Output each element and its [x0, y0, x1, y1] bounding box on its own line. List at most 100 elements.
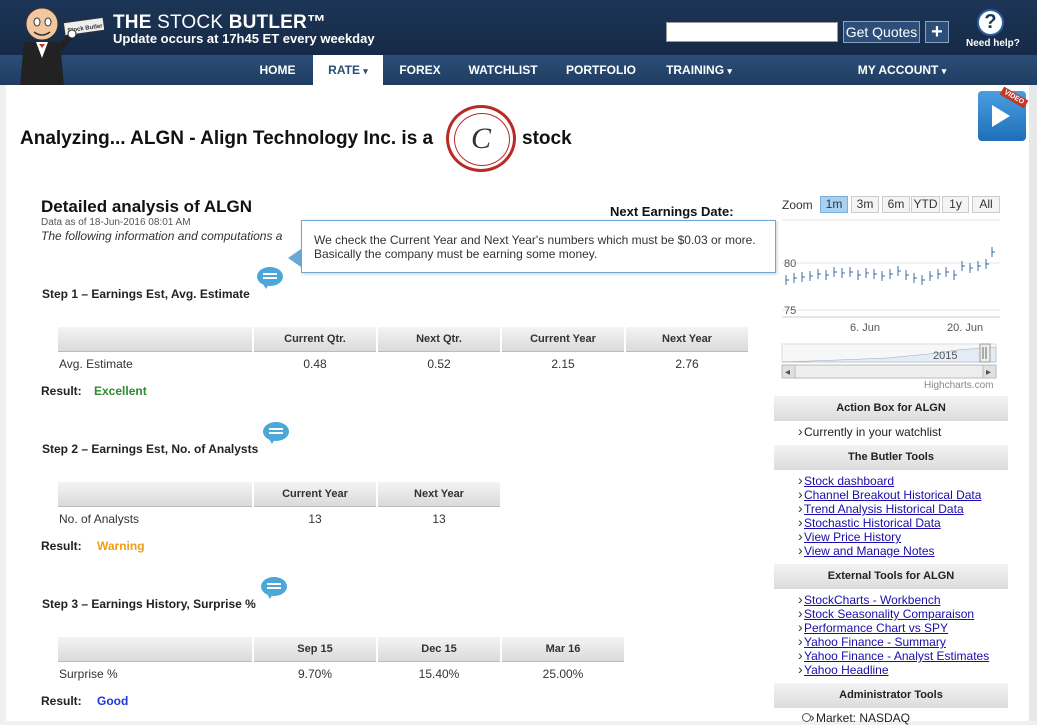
scroll-left-icon: ◂	[785, 367, 790, 378]
table-cell: 2.76	[675, 357, 699, 371]
external-tools-header: External Tools for ALGN	[774, 564, 1008, 589]
data-timestamp: Data as of 18-Jun-2016 08:01 AM	[41, 217, 191, 228]
table-header: Next Year	[378, 482, 500, 507]
link-yahoo-summary[interactable]: Yahoo Finance - Summary	[798, 633, 946, 649]
nav-rate[interactable]: RATE ▾	[313, 55, 383, 85]
link-manage-notes[interactable]: View and Manage Notes	[798, 542, 935, 558]
intro-text: The following information and computatio…	[41, 229, 283, 243]
result-good: Good	[97, 694, 129, 708]
chevron-down-icon: ▾	[727, 66, 732, 76]
x-tick-label: 20. Jun	[947, 322, 983, 334]
speech-bubble-icon[interactable]	[257, 267, 283, 289]
result-excellent: Excellent	[94, 384, 147, 398]
scroll-right-icon: ▸	[986, 367, 991, 378]
link-seasonality[interactable]: Stock Seasonality Comparaison	[798, 605, 974, 621]
row-label: Surprise %	[59, 667, 118, 681]
table-header: Sep 15	[254, 637, 376, 662]
table-cell: 13	[308, 512, 322, 526]
result-label: Result:	[41, 384, 82, 398]
table-header: Dec 15	[378, 637, 500, 662]
brand-stock: STOCK	[157, 12, 224, 33]
get-quotes-button[interactable]: Get Quotes	[843, 21, 920, 43]
table-cell: 13	[432, 512, 446, 526]
table-cell: 9.70%	[297, 667, 333, 681]
nav-portfolio[interactable]: PORTFOLIO	[558, 55, 644, 85]
table-header-blank	[58, 327, 252, 352]
speech-bubble-icon[interactable]	[263, 422, 289, 444]
result-warning: Warning	[97, 539, 145, 553]
admin-tools-header: Administrator Tools	[774, 683, 1008, 708]
result-label: Result:	[41, 539, 82, 553]
table-header: Current Qtr.	[254, 327, 376, 352]
nav-my-account-label: MY ACCOUNT	[857, 63, 939, 77]
x-tick-label: 6. Jun	[850, 322, 880, 334]
grade-letter: C	[470, 122, 491, 155]
info-tooltip: We check the Current Year and Next Year'…	[301, 220, 776, 273]
link-yahoo-estimates[interactable]: Yahoo Finance - Analyst Estimates	[798, 647, 989, 663]
table-cell: 0.48	[303, 357, 327, 371]
nav-rate-label: RATE	[328, 63, 360, 77]
speech-bubble-icon[interactable]	[261, 577, 287, 599]
update-notice: Update occurs at 17h45 ET every weekday	[113, 31, 375, 46]
nav-my-account[interactable]: MY ACCOUNT ▾	[848, 55, 956, 85]
nav-watchlist[interactable]: WATCHLIST	[461, 55, 545, 85]
nav-home[interactable]: HOME	[250, 55, 305, 85]
nav-training-label: TRAINING	[666, 63, 725, 77]
headline-suffix: stock	[522, 128, 572, 149]
row-label: No. of Analysts	[59, 512, 140, 526]
link-yahoo-headline[interactable]: Yahoo Headline	[798, 661, 888, 677]
detail-title: Detailed analysis of ALGN	[41, 197, 252, 216]
tooltip-arrow	[288, 249, 301, 267]
page-headline: Analyzing... ALGN - Align Technology Inc…	[20, 128, 434, 149]
chevron-down-icon: ▾	[363, 66, 368, 76]
link-stock-dashboard[interactable]: Stock dashboard	[798, 472, 894, 488]
link-trend-analysis[interactable]: Trend Analysis Historical Data	[798, 500, 964, 516]
link-channel-breakout[interactable]: Channel Breakout Historical Data	[798, 486, 981, 502]
price-chart[interactable]: 80 75 6. Jun 20. Jun 2015 ◂ ▸ Highcharts…	[778, 192, 1004, 392]
table-cell: 2.15	[551, 357, 575, 371]
video-play-button[interactable]: VIDEO	[978, 86, 1029, 141]
add-symbol-button[interactable]: +	[925, 21, 949, 43]
table-header: Mar 16	[502, 637, 624, 662]
y-tick-label: 75	[784, 305, 796, 317]
table-header: Current Year	[502, 327, 624, 352]
market-label: Market: NASDAQ	[816, 711, 911, 725]
table-cell: 15.40%	[418, 667, 460, 681]
action-box-header: Action Box for ALGN	[774, 396, 1008, 421]
nav-forex[interactable]: FOREX	[392, 55, 448, 85]
link-stockcharts[interactable]: StockCharts - Workbench	[798, 591, 940, 607]
play-icon	[992, 105, 1010, 127]
table-header: Next Year	[626, 327, 748, 352]
table-header-blank	[58, 482, 252, 507]
nav-training[interactable]: TRAINING ▾	[657, 55, 741, 85]
y-tick-label: 80	[784, 258, 796, 270]
navigator-year: 2015	[933, 350, 957, 362]
result-label: Result:	[41, 694, 82, 708]
table-header: Next Qtr.	[378, 327, 500, 352]
butler-mascot-logo[interactable]: Stock Butler	[6, 2, 104, 86]
butler-tools-header: The Butler Tools	[774, 445, 1008, 470]
brand-butler: BUTLER™	[228, 12, 327, 33]
chart-credit[interactable]: Highcharts.com	[924, 380, 993, 391]
help-label[interactable]: Need help?	[966, 38, 1020, 49]
table-header-blank	[58, 637, 252, 662]
watchlist-status[interactable]: Currently in your watchlist	[798, 423, 941, 439]
market-info: Market: NASDAQ	[802, 709, 911, 725]
grade-badge: C	[446, 105, 516, 172]
link-performance-chart[interactable]: Performance Chart vs SPY	[798, 619, 948, 635]
table-cell: 25.00%	[542, 667, 584, 681]
chevron-down-icon: ▾	[941, 66, 947, 76]
step3-title: Step 3 – Earnings History, Surprise %	[42, 597, 256, 611]
symbol-search-input[interactable]	[666, 22, 838, 42]
link-price-history[interactable]: View Price History	[798, 528, 901, 544]
step1-title: Step 1 – Earnings Est, Avg. Estimate	[42, 287, 250, 301]
table-cell: 0.52	[427, 357, 451, 371]
table-header: Current Year	[254, 482, 376, 507]
next-earnings-date: Next Earnings Date:	[610, 204, 734, 219]
step2-title: Step 2 – Earnings Est, No. of Analysts	[42, 442, 259, 456]
price-series	[785, 247, 995, 285]
brand-the: THE	[113, 12, 152, 33]
page-scrollbar[interactable]	[1029, 85, 1037, 721]
link-stochastic[interactable]: Stochastic Historical Data	[798, 514, 941, 530]
help-icon[interactable]: ?	[977, 9, 1004, 36]
